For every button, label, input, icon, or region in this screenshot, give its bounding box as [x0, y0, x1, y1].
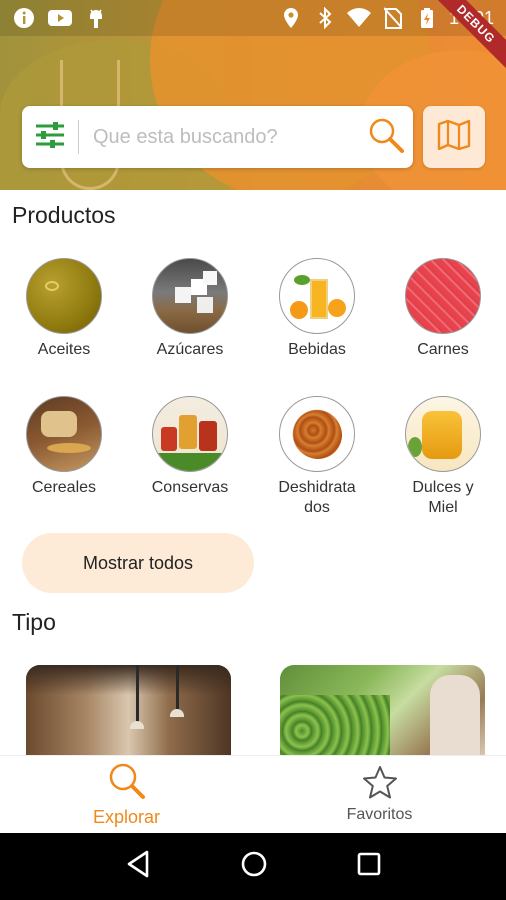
- category-conservas[interactable]: Conservas: [127, 396, 253, 498]
- search-icon: [108, 762, 146, 805]
- type-card-restaurant[interactable]: [26, 665, 231, 755]
- nav-explorar-label: Explorar: [92, 806, 161, 827]
- dulces-miel-image: [405, 396, 481, 472]
- category-cereales[interactable]: Cereales: [1, 396, 127, 498]
- category-deshidratados[interactable]: Deshidrata dos: [254, 396, 380, 518]
- info-icon: [12, 6, 36, 30]
- no-sim-icon: [381, 6, 405, 30]
- nav-explorar[interactable]: Explorar: [0, 756, 253, 833]
- type-card-market[interactable]: [280, 665, 485, 755]
- search-input[interactable]: [79, 125, 359, 149]
- bluetooth-icon: [313, 6, 337, 30]
- cereales-image: [26, 396, 102, 472]
- category-bebidas[interactable]: Bebidas: [254, 258, 380, 360]
- category-dulces-y-miel[interactable]: Dulces y Miel: [380, 396, 506, 518]
- system-navigation-bar: [0, 833, 506, 900]
- map-button[interactable]: [423, 106, 485, 168]
- header-banner: 10:01 DEBUG: [0, 0, 506, 190]
- bottom-navigation: Explorar Favoritos: [0, 755, 506, 833]
- map-icon: [437, 119, 471, 155]
- category-carnes[interactable]: Carnes: [380, 258, 506, 360]
- wifi-icon: [346, 6, 371, 30]
- app-screen: 10:01 DEBUG: [0, 0, 506, 900]
- back-icon[interactable]: [125, 850, 151, 883]
- search-bar: [22, 106, 413, 168]
- aceites-image: [26, 258, 102, 334]
- section-title-productos: Productos: [12, 202, 116, 228]
- youtube-icon: [48, 6, 72, 30]
- android-debug-icon: [84, 6, 108, 30]
- nav-favoritos-label: Favoritos: [346, 806, 413, 823]
- bebidas-image: [279, 258, 355, 334]
- conservas-image: [152, 396, 228, 472]
- star-icon: [362, 765, 398, 804]
- home-icon[interactable]: [240, 850, 268, 883]
- deshidratados-image: [279, 396, 355, 472]
- filter-button[interactable]: [22, 106, 78, 168]
- category-azucares[interactable]: Azúcares: [127, 258, 253, 360]
- battery-charging-icon: [415, 6, 439, 30]
- sliders-icon: [35, 121, 65, 153]
- search-button[interactable]: [359, 106, 413, 168]
- recents-icon[interactable]: [357, 852, 381, 881]
- location-icon: [279, 6, 303, 30]
- nav-favoritos[interactable]: Favoritos: [253, 756, 506, 833]
- carnes-image: [405, 258, 481, 334]
- section-title-tipo: Tipo: [12, 609, 56, 635]
- show-all-button[interactable]: Mostrar todos: [22, 533, 254, 593]
- category-aceites[interactable]: Aceites: [1, 258, 127, 360]
- status-bar: 10:01 DEBUG: [0, 0, 506, 74]
- azucares-image: [152, 258, 228, 334]
- search-icon: [368, 117, 404, 158]
